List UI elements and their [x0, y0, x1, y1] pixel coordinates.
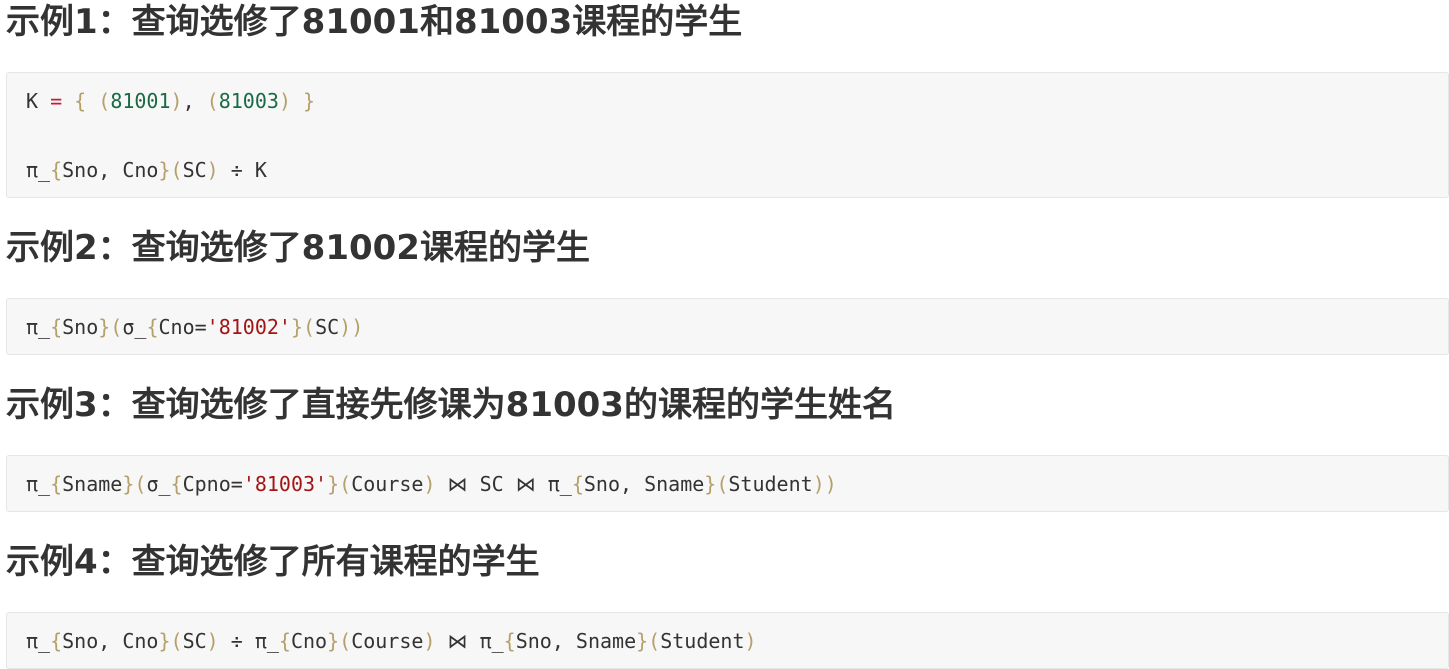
code-token: π_: [26, 315, 51, 339]
code-token: {: [50, 629, 63, 653]
example-3-code-block: π_{Sname}(σ_{Cpno='81003'}(Course) ⋈ SC …: [6, 455, 1449, 512]
code-token: ÷ K: [218, 158, 267, 182]
code-token: {: [278, 629, 291, 653]
example-1-code-block: K = { (81001), (81003) } π_{Sno, Cno}(SC…: [6, 72, 1449, 198]
code-token: Sno, Cno: [62, 629, 159, 653]
code-token: Sno, Sname: [515, 629, 637, 653]
code-token: ): [278, 89, 291, 113]
code-token: ÷ π_: [218, 629, 279, 653]
code-token: 81001: [110, 89, 171, 113]
code-token: =: [194, 315, 207, 339]
code-token: π_: [26, 158, 51, 182]
code-token: {: [170, 472, 183, 496]
code-token: }(: [98, 315, 123, 339]
code-token: {: [50, 158, 63, 182]
code-token: }(: [636, 629, 661, 653]
code-token: Student: [660, 629, 745, 653]
code-token: ): [206, 629, 219, 653]
code-token: )): [812, 472, 837, 496]
code-line: π_{Sno, Cno}(SC) ÷ K: [26, 157, 267, 183]
code-token: {: [50, 472, 63, 496]
code-token: Course: [351, 629, 424, 653]
code-token: }(: [290, 315, 316, 339]
code-line: π_{Sno}(σ_{Cno='81002'}(SC)): [26, 314, 363, 340]
example-2-code-block: π_{Sno}(σ_{Cno='81002'}(SC)): [6, 298, 1449, 355]
code-token: SC: [182, 158, 207, 182]
code-token: ): [170, 89, 183, 113]
code-token: {: [50, 315, 63, 339]
example-4-heading: 示例4：查询选修了所有课程的学生: [6, 542, 540, 582]
code-token: }: [290, 89, 316, 113]
code-token: {: [503, 629, 516, 653]
code-token: '81002': [206, 315, 291, 339]
example-4-code-block: π_{Sno, Cno}(SC) ÷ π_{Cno}(Course) ⋈ π_{…: [6, 612, 1449, 669]
code-token: {: [146, 315, 159, 339]
code-token: K: [26, 89, 51, 113]
code-token: Cno: [290, 629, 328, 653]
code-token: Student: [728, 472, 813, 496]
code-token: SC: [315, 315, 340, 339]
code-token: =: [230, 472, 243, 496]
code-token: Sname: [62, 472, 123, 496]
code-token: ): [744, 629, 757, 653]
code-token: σ_: [146, 472, 171, 496]
code-line: K = { (81001), (81003) }: [26, 88, 315, 114]
example-2-heading: 示例2：查询选修了81002课程的学生: [6, 228, 590, 268]
code-token: Cpno: [182, 472, 231, 496]
code-token: Sno, Cno: [62, 158, 159, 182]
code-token: }(: [704, 472, 729, 496]
code-token: ): [423, 629, 436, 653]
code-token: }(: [122, 472, 147, 496]
code-line: π_{Sname}(σ_{Cpno='81003'}(Course) ⋈ SC …: [26, 471, 837, 497]
code-token: {: [62, 89, 99, 113]
code-token: Sno: [62, 315, 99, 339]
code-token: (: [206, 89, 219, 113]
code-token: σ_: [122, 315, 147, 339]
code-token: ⋈ SC ⋈ π_: [435, 472, 572, 496]
code-token: Sno, Sname: [583, 472, 705, 496]
code-token: )): [339, 315, 364, 339]
code-token: π_: [26, 629, 51, 653]
code-token: }(: [158, 158, 183, 182]
code-token: (: [98, 89, 111, 113]
code-token: ,: [182, 89, 207, 113]
code-token: }(: [158, 629, 183, 653]
code-token: Course: [351, 472, 424, 496]
code-token: SC: [182, 629, 207, 653]
code-token: =: [50, 89, 63, 113]
code-token: ): [423, 472, 436, 496]
example-3-heading: 示例3：查询选修了直接先修课为81003的课程的学生姓名: [6, 385, 896, 425]
code-token: 81003: [218, 89, 279, 113]
code-token: '81003': [242, 472, 328, 496]
code-token: {: [571, 472, 584, 496]
example-1-heading: 示例1：查询选修了81001和81003课程的学生: [6, 2, 743, 42]
code-token: ⋈ π_: [435, 629, 504, 653]
code-token: }(: [327, 472, 352, 496]
code-line: π_{Sno, Cno}(SC) ÷ π_{Cno}(Course) ⋈ π_{…: [26, 628, 757, 654]
code-token: Cno: [158, 315, 195, 339]
code-token: π_: [26, 472, 51, 496]
code-token: }(: [327, 629, 352, 653]
code-token: ): [206, 158, 219, 182]
